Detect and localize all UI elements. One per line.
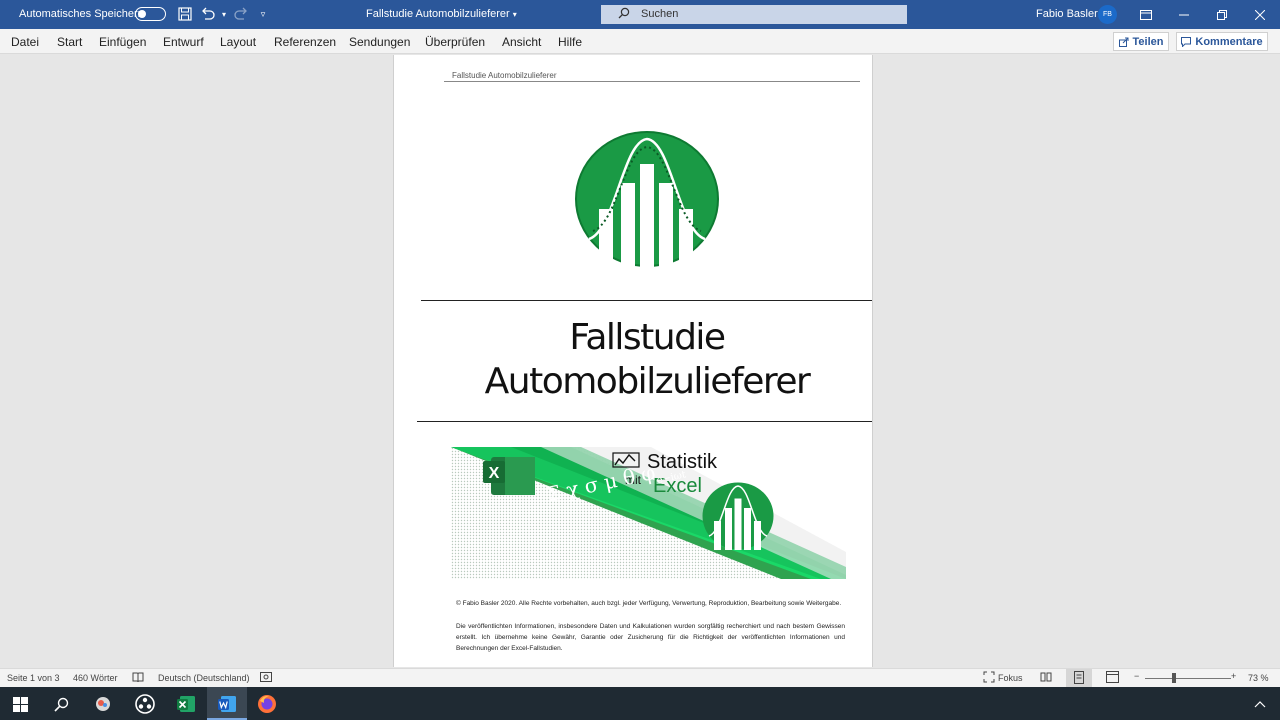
obs-icon[interactable] — [133, 692, 157, 716]
read-mode-icon[interactable] — [1040, 671, 1052, 685]
avatar[interactable]: FB — [1098, 5, 1117, 24]
menu-referenzen[interactable]: Referenzen — [274, 35, 336, 49]
share-label: Teilen — [1132, 35, 1164, 48]
print-layout-icon[interactable] — [1073, 671, 1085, 686]
zoom-out-icon[interactable]: − — [1134, 671, 1139, 681]
word-count[interactable]: 460 Wörter — [73, 673, 118, 683]
focus-icon[interactable] — [983, 671, 995, 685]
firefox-icon[interactable] — [255, 692, 279, 716]
status-bar: Seite 1 von 3 460 Wörter Deutsch (Deutsc… — [0, 668, 1280, 687]
menu-bar: Datei Start Einfügen Entwurf Layout Refe… — [0, 29, 1280, 54]
page-header-text: Fallstudie Automobilzulieferer — [452, 71, 557, 80]
search-icon — [618, 7, 630, 22]
restore-icon[interactable] — [1204, 0, 1240, 29]
menu-einfuegen[interactable]: Einfügen — [99, 35, 146, 49]
title-rule-bottom — [417, 421, 872, 422]
comment-icon — [1181, 36, 1192, 47]
search-placeholder: Suchen — [641, 8, 679, 20]
menu-hilfe[interactable]: Hilfe — [558, 35, 582, 49]
customize-toolbar-icon[interactable]: ▿ — [254, 5, 272, 23]
ribbon-display-icon[interactable] — [1128, 0, 1164, 29]
search-taskbar-icon[interactable] — [49, 692, 73, 716]
chevron-down-icon: ▾ — [512, 10, 517, 19]
banner-logo-icon — [702, 482, 774, 550]
zoom-level[interactable]: 73 % — [1248, 673, 1269, 683]
page-count[interactable]: Seite 1 von 3 — [7, 673, 60, 683]
windows-start-icon[interactable] — [8, 692, 32, 716]
header-divider — [444, 81, 860, 82]
save-icon[interactable] — [176, 5, 194, 23]
snipping-tool-icon[interactable] — [91, 692, 115, 716]
document-title-line2: Automobilzulieferer — [484, 361, 811, 402]
title-rule-top — [421, 300, 872, 301]
proofing-icon[interactable] — [132, 671, 144, 685]
undo-dropdown-icon[interactable]: ▾ — [215, 5, 233, 23]
excel-icon: X — [489, 465, 500, 482]
document-title[interactable]: Fallstudie Automobilzulieferer ▾ — [366, 8, 517, 20]
document-title-text: Fallstudie Automobilzulieferer — [366, 8, 510, 20]
copyright-note: © Fabio Basler 2020. Alle Rechte vorbeha… — [456, 598, 845, 609]
document-page[interactable]: Fallstudie Automobilzulieferer Fallstudi… — [393, 55, 873, 667]
document-title-line1: Fallstudie — [569, 317, 726, 358]
share-button[interactable]: Teilen — [1113, 32, 1169, 51]
taskbar — [0, 687, 1280, 720]
statistics-logo-icon — [575, 131, 719, 267]
toggle-knob — [138, 10, 146, 18]
excel-taskbar-icon[interactable] — [174, 692, 198, 716]
redo-icon[interactable] — [232, 5, 250, 23]
chevron-up-icon[interactable] — [1248, 692, 1272, 716]
copyright-text: © Fabio Basler 2020. Alle Rechte vorbeha… — [456, 600, 842, 607]
autosave-label: Automatisches Speichern — [19, 8, 144, 20]
menu-layout[interactable]: Layout — [220, 35, 256, 49]
menu-entwurf[interactable]: Entwurf — [163, 35, 204, 49]
comments-button[interactable]: Kommentare — [1176, 32, 1268, 51]
zoom-slider-track[interactable] — [1145, 678, 1231, 679]
disclaimer-note: Die veröffentlichten Informationen, insb… — [456, 621, 845, 654]
accessibility-icon[interactable] — [260, 671, 272, 685]
menu-datei[interactable]: Datei — [11, 35, 39, 49]
language[interactable]: Deutsch (Deutschland) — [158, 673, 250, 683]
zoom-in-icon[interactable]: + — [1231, 671, 1236, 681]
web-layout-icon[interactable] — [1106, 671, 1119, 685]
user-name[interactable]: Fabio Basler — [1036, 8, 1098, 20]
menu-ueberpruefen[interactable]: Überprüfen — [425, 35, 485, 49]
word-taskbar-icon[interactable] — [215, 692, 239, 716]
menu-ansicht[interactable]: Ansicht — [502, 35, 541, 49]
autosave-toggle[interactable] — [135, 7, 166, 21]
comments-label: Kommentare — [1195, 35, 1263, 48]
focus-label[interactable]: Fokus — [998, 673, 1023, 683]
menu-sendungen[interactable]: Sendungen — [349, 35, 410, 49]
search-box[interactable]: Suchen — [601, 5, 907, 24]
title-bar: Automatisches Speichern ▾ ▿ Fallstudie A… — [0, 0, 1280, 29]
close-icon[interactable] — [1242, 0, 1278, 29]
zoom-slider-thumb[interactable] — [1172, 673, 1176, 683]
share-icon — [1118, 37, 1128, 47]
disclaimer-text: Die veröffentlichten Informationen, insb… — [456, 623, 845, 652]
minimize-icon[interactable] — [1166, 0, 1202, 29]
menu-start[interactable]: Start — [57, 35, 82, 49]
